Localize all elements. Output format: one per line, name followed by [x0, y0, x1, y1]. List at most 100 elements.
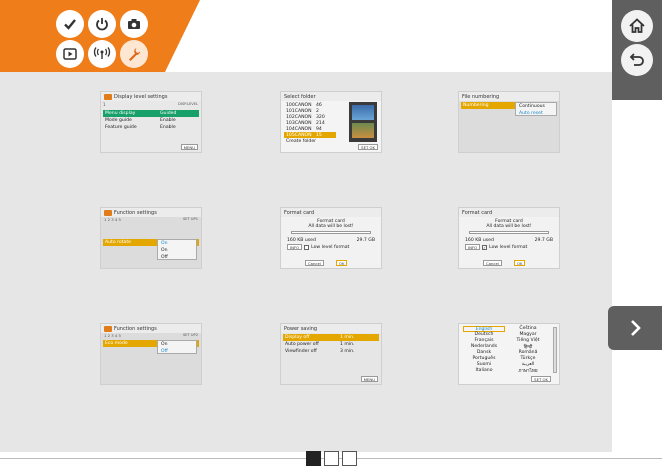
- power-saving-screen: Power saving Display off 1 min. Auto powe…: [280, 323, 382, 385]
- tab-strip[interactable]: 1 2 3 4 5: [104, 217, 121, 222]
- back-icon[interactable]: [621, 44, 653, 76]
- folder-count: 2: [316, 108, 319, 114]
- language-item[interactable]: ภาษาไทย: [507, 368, 549, 374]
- folder-count: 94: [316, 126, 322, 132]
- menu-row[interactable]: Menu display Guided: [103, 110, 199, 117]
- page-dot-2[interactable]: [324, 451, 339, 466]
- chevron-right-icon: [631, 320, 641, 336]
- ok-button[interactable]: OK: [336, 260, 348, 266]
- ok-button[interactable]: OK: [514, 260, 526, 266]
- power-row[interactable]: Display off 1 min.: [283, 334, 379, 341]
- folder-count: 46: [316, 102, 322, 108]
- language-col-left: English Deutsch Français Nederlands Dans…: [463, 326, 505, 374]
- menu-button[interactable]: MENU: [360, 376, 378, 382]
- row-key: Viewfinder off: [285, 349, 317, 354]
- display-level-screen: Display level settings 1 DISP.LEVEL Menu…: [100, 91, 202, 153]
- format-line2: All data will be lost!: [486, 224, 532, 229]
- function-settings-screen-1: Function settings 1 2 3 4 5 SET UP1 Auto…: [100, 207, 202, 269]
- row-key: Numbering: [463, 103, 489, 108]
- tab-number: 1: [103, 102, 106, 107]
- row-key: Auto rotate: [105, 240, 131, 245]
- screen-title: Function settings: [114, 209, 157, 216]
- right-nav-bar: [612, 0, 662, 100]
- thumb-image-1: [352, 105, 374, 120]
- size-label: 29.7 GB: [534, 238, 553, 243]
- folder-count: 320: [316, 114, 325, 120]
- low-level-label: Low level format: [489, 244, 528, 250]
- row-key: Eco mode: [105, 341, 128, 346]
- option-off[interactable]: Off: [158, 348, 196, 355]
- sub-right: DISP.LEVEL: [178, 102, 198, 106]
- screen-title: Format card: [459, 208, 559, 217]
- screen-title: Function settings: [114, 325, 157, 332]
- row-key: Feature guide: [105, 125, 137, 130]
- folder-name: 101CANON: [286, 108, 312, 114]
- folder-count: 214: [316, 120, 325, 126]
- low-level-checkbox[interactable]: [304, 244, 310, 250]
- wrench-icon[interactable]: [120, 40, 148, 68]
- low-level-checkbox-checked[interactable]: ✓: [482, 244, 488, 250]
- folder-name: 104CANON: [286, 126, 312, 132]
- row-value: 3 min.: [340, 349, 355, 354]
- wrench-tab-icon: [104, 325, 112, 332]
- screen-title: Power saving: [281, 324, 381, 333]
- checkmark-icon[interactable]: [56, 10, 84, 38]
- playback-icon[interactable]: [56, 40, 84, 68]
- camera-icon[interactable]: [120, 10, 148, 38]
- power-row[interactable]: Viewfinder off 3 min.: [283, 348, 379, 355]
- info-button[interactable]: INFO: [465, 244, 481, 250]
- screen-title: Format card: [281, 208, 381, 217]
- menu-button[interactable]: MENU: [180, 144, 198, 150]
- select-folder-screen: Select folder 100CANON 46 101CANON 2 102CA…: [280, 91, 382, 153]
- create-folder-label: Create folder: [286, 138, 317, 144]
- language-scrollbar[interactable]: [553, 327, 557, 373]
- power-icon[interactable]: [88, 10, 116, 38]
- format-card-screen-2: Format card Format card All data will be…: [458, 207, 560, 269]
- menu-row[interactable]: Mode guide Enable: [103, 117, 199, 124]
- home-icon[interactable]: [621, 10, 653, 42]
- folder-count: 15: [316, 132, 322, 138]
- cancel-button[interactable]: Cancel: [305, 260, 324, 266]
- option-continuous[interactable]: Continuous: [516, 103, 556, 110]
- row-value: Enable: [160, 118, 176, 123]
- row-key: Display off: [285, 335, 310, 340]
- cancel-button[interactable]: Cancel: [483, 260, 502, 266]
- row-key: Auto power off: [285, 342, 319, 347]
- option-off[interactable]: Off: [158, 254, 196, 261]
- tab-id: SET UP1: [183, 217, 198, 221]
- format-line2: All data will be lost!: [308, 224, 354, 229]
- row-value: 1 min.: [340, 342, 355, 347]
- power-row[interactable]: Auto power off 1 min.: [283, 341, 379, 348]
- menu-row[interactable]: Feature guide Enable: [103, 124, 199, 131]
- language-screen: English Deutsch Français Nederlands Dans…: [458, 323, 560, 385]
- row-value: Guided: [160, 111, 177, 116]
- screen-title: Select folder: [281, 92, 381, 101]
- tab-strip[interactable]: 1 2 3 4 5: [104, 333, 121, 338]
- folder-name: 103CANON: [286, 120, 312, 126]
- row-key: Mode guide: [105, 118, 132, 123]
- tab-id: SET UP2: [183, 333, 198, 337]
- wireless-icon[interactable]: [88, 40, 116, 68]
- folder-name: 105CANON: [286, 132, 312, 138]
- page-dot-1[interactable]: [306, 451, 321, 466]
- set-ok-button[interactable]: SET OK: [358, 144, 378, 150]
- folder-name: 100CANON: [286, 102, 312, 108]
- file-numbering-screen: File numbering Numbering Continuous Auto…: [458, 91, 560, 153]
- folder-thumbnail: [349, 102, 377, 142]
- storage-bar: [291, 231, 371, 234]
- set-ok-button[interactable]: SET OK: [531, 376, 551, 382]
- next-page-button[interactable]: [608, 306, 662, 350]
- option-auto-reset[interactable]: Auto reset: [516, 110, 556, 117]
- low-level-label: Low level format: [311, 244, 350, 250]
- info-button[interactable]: INFO: [287, 244, 303, 250]
- page-dot-3[interactable]: [342, 451, 357, 466]
- create-folder-row[interactable]: Create folder: [284, 138, 336, 144]
- language-item[interactable]: Italiano: [463, 368, 505, 374]
- option-on[interactable]: On: [158, 247, 196, 254]
- function-settings-screen-2: Function settings 1 2 3 4 5 SET UP2 Eco …: [100, 323, 202, 385]
- wrench-tab-icon: [104, 209, 112, 216]
- option-on-computer[interactable]: On: [158, 240, 196, 247]
- storage-bar: [469, 231, 549, 234]
- language-col-right: Čeština Magyar Tiếng Việt हिन्दी Română …: [507, 326, 549, 374]
- option-on[interactable]: On: [158, 341, 196, 348]
